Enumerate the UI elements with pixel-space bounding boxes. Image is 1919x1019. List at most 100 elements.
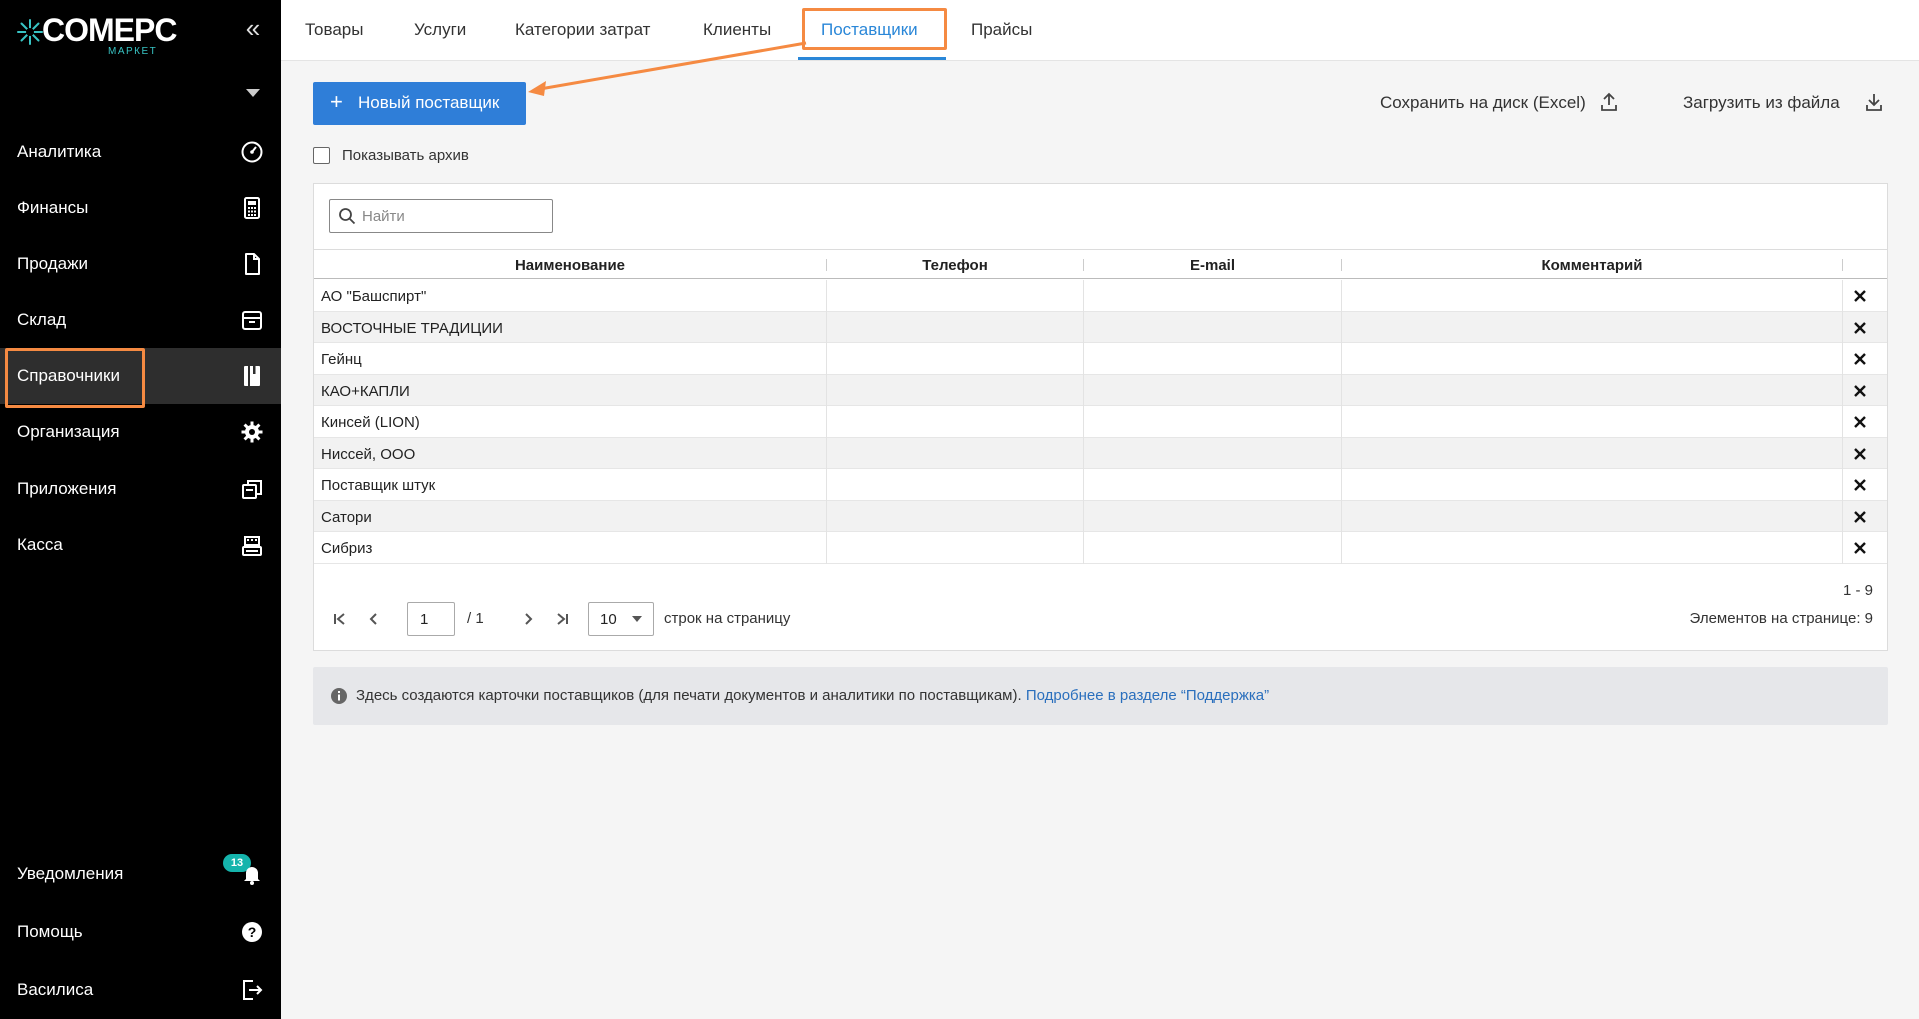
table-cell-name[interactable]: Гейнц (314, 343, 827, 375)
delete-row-icon[interactable] (1850, 286, 1870, 306)
sidebar-item-cashier[interactable]: Касса (0, 517, 281, 573)
delete-row-icon[interactable] (1850, 318, 1870, 338)
tab-clients[interactable]: Клиенты (703, 20, 771, 40)
column-header-phone[interactable]: Телефон (827, 257, 1083, 274)
table-row[interactable]: КАО+КАПЛИ (314, 374, 1887, 406)
table-row[interactable]: Сатори (314, 500, 1887, 532)
table-cell-phone[interactable] (827, 311, 1084, 343)
column-resizer[interactable] (1842, 259, 1843, 271)
column-header-name[interactable]: Наименование (314, 257, 826, 274)
sidebar-item-directories[interactable]: Справочники (0, 348, 281, 408)
tab-expense-categories[interactable]: Категории затрат (515, 20, 650, 40)
table-cell-name[interactable]: КАО+КАПЛИ (314, 374, 827, 406)
delete-row-icon[interactable] (1850, 444, 1870, 464)
sidebar-item-user[interactable]: Василиса (0, 962, 281, 1018)
column-header-email[interactable]: E-mail (1084, 257, 1341, 274)
delete-row-icon[interactable] (1850, 349, 1870, 369)
delete-row-icon[interactable] (1850, 538, 1870, 558)
sidebar-item-notifications[interactable]: Уведомления (0, 846, 281, 902)
save-excel-button[interactable]: Сохранить на диск (Excel) (1380, 93, 1586, 113)
table-row[interactable]: Поставщик штук (314, 469, 1887, 501)
search-input[interactable] (362, 205, 547, 227)
delete-row-icon[interactable] (1850, 475, 1870, 495)
table-cell-comment[interactable] (1342, 532, 1843, 564)
table-cell-name[interactable]: АО "Башспирт" (314, 280, 827, 312)
brand-logo[interactable]: COMEPC МАРКЕТ (16, 10, 177, 58)
table-cell-comment[interactable] (1342, 311, 1843, 343)
support-link[interactable]: Подробнее в разделе “Поддержка” (1026, 687, 1269, 704)
table-cell-phone[interactable] (827, 469, 1084, 501)
table-cell-phone[interactable] (827, 532, 1084, 564)
load-file-button[interactable]: Загрузить из файла (1683, 93, 1840, 113)
sidebar: COMEPC МАРКЕТ « Аналитика Финансы Продаж… (0, 0, 281, 1019)
table-cell-email[interactable] (1084, 343, 1342, 375)
table-cell-phone[interactable] (827, 500, 1084, 532)
first-page-icon[interactable] (332, 611, 348, 627)
table-cell-name[interactable]: Сатори (314, 500, 827, 532)
table-cell-comment[interactable] (1342, 500, 1843, 532)
checkbox-box[interactable] (313, 147, 330, 164)
table-cell-name[interactable]: ВОСТОЧНЫЕ ТРАДИЦИИ (314, 311, 827, 343)
table-cell-name[interactable]: Поставщик штук (314, 469, 827, 501)
sidebar-item-warehouse[interactable]: Склад (0, 292, 281, 348)
table-cell-phone[interactable] (827, 437, 1084, 469)
new-supplier-button[interactable]: + Новый поставщик (313, 82, 526, 125)
prev-page-icon[interactable] (366, 611, 382, 627)
info-icon (331, 688, 347, 704)
table-row[interactable]: Гейнц (314, 343, 1887, 375)
table-cell-email[interactable] (1084, 311, 1342, 343)
download-icon[interactable] (1864, 92, 1884, 112)
table-cell-comment[interactable] (1342, 374, 1843, 406)
tab-pricelists[interactable]: Прайсы (971, 20, 1032, 40)
table-cell-email[interactable] (1084, 532, 1342, 564)
table-cell-comment[interactable] (1342, 437, 1843, 469)
table-cell-email[interactable] (1084, 280, 1342, 312)
page-number-input[interactable] (407, 602, 455, 636)
cell-text: КАО+КАПЛИ (321, 382, 410, 400)
sidebar-item-help[interactable]: Помощь ? (0, 904, 281, 960)
table-cell-name[interactable]: Ниссей, ООО (314, 437, 827, 469)
tab-services[interactable]: Услуги (414, 20, 466, 40)
sidebar-item-analytics[interactable]: Аналитика (0, 124, 281, 180)
sidebar-item-apps[interactable]: Приложения (0, 461, 281, 517)
table-cell-email[interactable] (1084, 406, 1342, 438)
tab-products[interactable]: Товары (305, 20, 363, 40)
delete-row-icon[interactable] (1850, 412, 1870, 432)
table-cell-phone[interactable] (827, 406, 1084, 438)
table-row[interactable]: Сибриз (314, 532, 1887, 564)
sidebar-item-sales[interactable]: Продажи (0, 236, 281, 292)
table-cell-email[interactable] (1084, 469, 1342, 501)
delete-row-icon[interactable] (1850, 507, 1870, 527)
table-cell-email[interactable] (1084, 500, 1342, 532)
column-header-comment[interactable]: Комментарий (1342, 257, 1842, 274)
next-page-icon[interactable] (520, 611, 536, 627)
sidebar-item-finance[interactable]: Финансы (0, 180, 281, 236)
table-cell-phone[interactable] (827, 343, 1084, 375)
collapse-sidebar-icon[interactable]: « (240, 15, 266, 42)
table-cell-email[interactable] (1084, 374, 1342, 406)
table-cell-comment[interactable] (1342, 469, 1843, 501)
table-cell-phone[interactable] (827, 280, 1084, 312)
delete-row-icon[interactable] (1850, 381, 1870, 401)
chevron-down-icon[interactable] (244, 86, 262, 100)
table-cell-comment[interactable] (1342, 280, 1843, 312)
table-cell-comment[interactable] (1342, 343, 1843, 375)
last-page-icon[interactable] (554, 611, 570, 627)
table-cell-email[interactable] (1084, 437, 1342, 469)
table-row[interactable]: ВОСТОЧНЫЕ ТРАДИЦИИ (314, 311, 1887, 343)
table-cell-name[interactable]: Кинсей (LION) (314, 406, 827, 438)
items-per-page-count: Элементов на странице: 9 (1689, 610, 1873, 627)
upload-icon[interactable] (1599, 92, 1619, 112)
table-cell-phone[interactable] (827, 374, 1084, 406)
table-row[interactable]: Ниссей, ООО (314, 437, 1887, 469)
caret-down-icon (632, 616, 642, 622)
sidebar-item-organization[interactable]: Организация (0, 404, 281, 460)
sidebar-item-label: Помощь (17, 922, 83, 941)
rows-per-page-select[interactable]: 10 (588, 602, 654, 636)
table-row[interactable]: Кинсей (LION) (314, 406, 1887, 438)
table-cell-name[interactable]: Сибриз (314, 532, 827, 564)
gear-icon (241, 421, 263, 443)
table-cell-comment[interactable] (1342, 406, 1843, 438)
search-field[interactable] (329, 199, 553, 233)
table-row[interactable]: АО "Башспирт" (314, 280, 1887, 312)
